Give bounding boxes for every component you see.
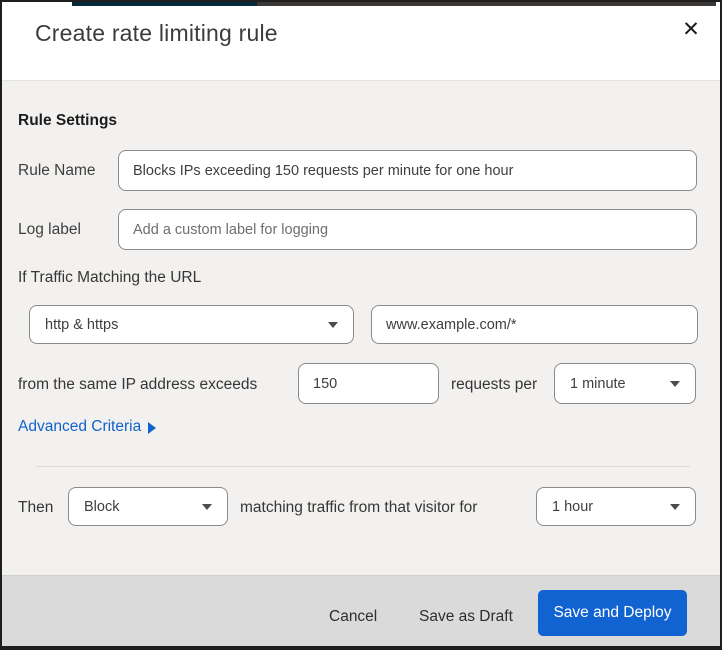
rule-name-input[interactable] [118, 150, 697, 191]
arrow-right-icon [148, 422, 157, 434]
rule-name-label: Rule Name [18, 162, 96, 179]
action-select[interactable]: Block [68, 487, 228, 526]
url-pattern-input[interactable] [371, 305, 698, 344]
create-rate-limiting-rule-dialog: Create rate limiting rule ✕ Rule Setting… [0, 0, 722, 650]
action-select-value: Block [84, 498, 120, 515]
caret-down-icon [670, 380, 680, 387]
threshold-prefix-text: from the same IP address exceeds [18, 376, 258, 393]
save-as-draft-button[interactable]: Save as Draft [409, 602, 523, 632]
cancel-button[interactable]: Cancel [319, 602, 387, 632]
scheme-select[interactable]: http & https [29, 305, 354, 344]
period-select[interactable]: 1 minute [554, 363, 696, 404]
dialog-title: Create rate limiting rule [35, 20, 278, 46]
log-label-input[interactable] [118, 209, 697, 250]
caret-down-icon [328, 321, 338, 328]
section-divider [36, 466, 690, 467]
threshold-unit-text: requests per [451, 376, 538, 393]
close-icon: ✕ [682, 17, 700, 41]
caret-down-icon [670, 503, 680, 510]
action-middle-text: matching traffic from that visitor for [240, 499, 478, 516]
rule-settings-heading: Rule Settings [18, 112, 118, 129]
period-select-value: 1 minute [570, 375, 626, 392]
advanced-criteria-link[interactable]: Advanced Criteria [18, 418, 157, 436]
caret-down-icon [202, 503, 212, 510]
traffic-match-heading: If Traffic Matching the URL [18, 269, 202, 286]
duration-select[interactable]: 1 hour [536, 487, 696, 526]
close-button[interactable]: ✕ [674, 12, 708, 46]
then-label: Then [18, 499, 54, 516]
background-page-navy-bar [72, 2, 257, 6]
request-count-input[interactable] [298, 363, 439, 404]
duration-select-value: 1 hour [552, 498, 594, 515]
save-and-deploy-button[interactable]: Save and Deploy [538, 590, 687, 636]
advanced-criteria-label: Advanced Criteria [18, 418, 142, 435]
scheme-select-value: http & https [45, 316, 119, 333]
log-label-label: Log label [18, 221, 81, 238]
background-page-gray-bar [257, 2, 716, 6]
